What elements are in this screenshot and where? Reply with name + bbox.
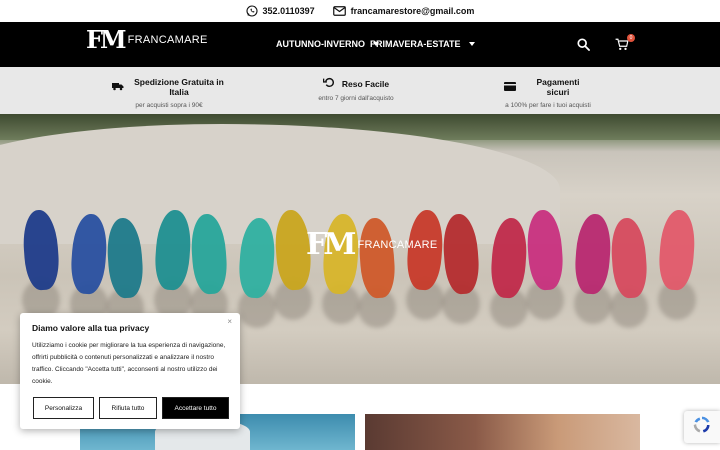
product-card-right[interactable] bbox=[365, 414, 640, 450]
hero-logo: FM FRANCAMARE bbox=[306, 230, 438, 260]
phone-number: 352.0110397 bbox=[262, 6, 315, 16]
undo-icon bbox=[322, 77, 334, 90]
recaptcha-badge[interactable] bbox=[684, 411, 720, 443]
menu-label: PRIMAVERA-ESTATE bbox=[370, 39, 461, 49]
logo-wordmark: FRANCAMARE bbox=[127, 34, 208, 46]
menu-autunno-inverno[interactable]: AUTUNNO-INVERNO bbox=[276, 39, 379, 49]
customize-button[interactable]: Personalizza bbox=[33, 397, 94, 419]
phone-contact[interactable]: 352.0110397 bbox=[245, 5, 315, 17]
chevron-down-icon bbox=[468, 42, 475, 46]
features-bar: Spedizione Gratuita in Italia per acquis… bbox=[0, 67, 720, 114]
feature-subtitle: per acquisti sopra i 90€ bbox=[135, 102, 203, 109]
cart-count-badge: 0 bbox=[627, 34, 635, 42]
close-icon[interactable]: × bbox=[227, 317, 232, 326]
envelope-icon bbox=[332, 6, 346, 16]
menu-primavera-estate[interactable]: PRIMAVERA-ESTATE bbox=[370, 39, 475, 49]
sandal bbox=[609, 216, 649, 300]
contact-bar: 352.0110397 francamarestore@gmail.com bbox=[0, 0, 720, 22]
feature-easy-return: Reso Facile entro 7 giorni dall'acquisto bbox=[318, 77, 394, 102]
hero-logo-wordmark: FRANCAMARE bbox=[357, 239, 438, 251]
feature-secure-payments: Pagamenti sicuri a 100% per fare i tuoi … bbox=[504, 77, 592, 109]
feature-title: Pagamenti sicuri bbox=[536, 77, 580, 97]
feature-title: Reso Facile bbox=[341, 78, 390, 89]
cookie-consent-banner: × Diamo valore alla tua privacy Utilizzi… bbox=[20, 313, 240, 429]
cookie-buttons: Personalizza Rifiuta tutto Accettare tut… bbox=[33, 397, 229, 419]
sandal bbox=[573, 212, 613, 296]
feature-subtitle: a 100% per fare i tuoi acquisti bbox=[505, 102, 591, 109]
site-logo[interactable]: FM FRANCAMARE bbox=[86, 28, 208, 52]
truck-icon bbox=[112, 82, 124, 93]
menu-label: AUTUNNO-INVERNO bbox=[276, 39, 365, 49]
feature-subtitle: entro 7 giorni dall'acquisto bbox=[318, 95, 394, 102]
feature-title: Spedizione Gratuita in Italia bbox=[134, 77, 224, 97]
hero-logo-mark: FM bbox=[306, 227, 356, 262]
reject-all-button[interactable]: Rifiuta tutto bbox=[99, 397, 157, 419]
whatsapp-icon bbox=[245, 5, 258, 17]
recaptcha-icon bbox=[692, 415, 712, 440]
credit-card-icon bbox=[504, 81, 516, 93]
main-navigation: FM FRANCAMARE AUTUNNO-INVERNO PRIMAVERA-… bbox=[0, 22, 720, 67]
cart-icon bbox=[615, 38, 629, 55]
logo-mark: FM bbox=[86, 25, 127, 54]
accept-all-button[interactable]: Accettare tutto bbox=[162, 397, 229, 419]
feature-free-shipping: Spedizione Gratuita in Italia per acquis… bbox=[112, 77, 226, 109]
email-contact[interactable]: francamarestore@gmail.com bbox=[332, 6, 475, 16]
cookie-title: Diamo valore alla tua privacy bbox=[32, 323, 150, 333]
cookie-text: Utilizziamo i cookie per migliorare la t… bbox=[32, 342, 226, 385]
cart-button[interactable]: 0 bbox=[615, 34, 635, 55]
search-icon[interactable] bbox=[577, 38, 590, 51]
email-address: francamarestore@gmail.com bbox=[350, 6, 475, 16]
sandal bbox=[657, 208, 697, 292]
